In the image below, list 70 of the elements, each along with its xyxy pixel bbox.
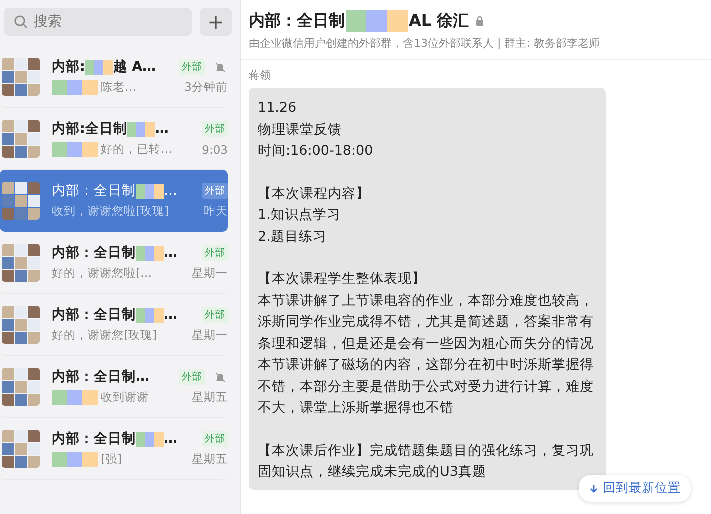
chat-time: 星期五 — [192, 452, 228, 467]
chat-name: 内部:全日制 — [52, 120, 128, 138]
group-avatar — [2, 182, 40, 220]
chat-name: … — [164, 431, 178, 447]
chat-name: 内部：全日制 — [52, 182, 136, 200]
external-tag: 外部 — [179, 369, 205, 385]
chat-list-item[interactable]: 内部：全日制 … 外部 好的，谢谢您啦[… 星期一 — [0, 232, 228, 294]
chat-time: 星期五 — [192, 390, 228, 405]
chat-time: 星期一 — [192, 328, 228, 343]
chat-subtitle: 由企业微信用户创建的外部群，含13位外部联系人 | 群主: 教务部李老师 — [249, 36, 601, 51]
chat-time: 星期一 — [192, 266, 228, 281]
chat-title: 内部：全日制 — [249, 10, 345, 32]
chat-time: 9:03 — [202, 142, 228, 156]
external-tag: 外部 — [202, 307, 228, 323]
chat-time: 昨天 — [204, 204, 228, 219]
chat-name: … — [155, 121, 169, 137]
chat-list-item[interactable]: 内部：全日制 … 外部 [强] 星期五 — [0, 418, 228, 480]
sender-name: 蒋领 — [249, 68, 272, 83]
redaction-block — [136, 184, 164, 198]
message-text: 【本次课程内容】 — [258, 184, 371, 204]
message-text: 11.26 — [258, 99, 298, 118]
chat-list-item[interactable]: 内部：全日制 … 外部 好的，谢谢您[玫瑰] 星期一 — [0, 294, 228, 356]
message-preview: [强] — [101, 452, 122, 467]
message-text: 本节课讲解了上节课电容的作业，本部分难度也较高，泺斯同学作业完成得不错，尤其是简述题，答案非常有条理和逻辑，但是还是会有一些因为粗心而失分的情况 — [258, 292, 595, 354]
redaction-block — [52, 452, 98, 467]
chat-name: … — [164, 307, 178, 323]
redaction-block — [136, 308, 164, 322]
redaction-block — [52, 80, 98, 95]
chat-time: 3分钟前 — [184, 80, 228, 95]
chat-name: 内部: — [52, 58, 86, 76]
message-text: 物理课堂反馈 — [258, 120, 343, 140]
chat-name: … — [164, 245, 178, 261]
external-tag: 外部 — [179, 59, 205, 75]
redaction-block — [52, 390, 98, 405]
redaction-block — [85, 60, 114, 74]
external-tag: 外部 — [202, 183, 228, 199]
jump-to-latest-button[interactable]: 回到最新位置 — [579, 475, 691, 502]
chat-list-item[interactable]: 内部: 越 A… 外部 陈老… 3分钟前 — [0, 46, 228, 108]
down-arrow-icon — [589, 484, 599, 494]
message-preview: 陈老… — [101, 80, 136, 95]
chat-list-item[interactable]: 内部:全日制 … 外部 好的，已转… 9:03 — [0, 108, 228, 170]
chat-name: … — [164, 183, 178, 199]
message-text: 【本次课程学生整体表现】 — [258, 270, 427, 289]
chat-name: 内部：全日制… — [52, 368, 150, 386]
chat-name: 内部：全日制 — [52, 430, 136, 448]
message-preview: 好的，谢谢您啦[… — [52, 266, 152, 281]
message-text: 时间:16:00-18:00 — [258, 142, 374, 161]
chat-name: 内部：全日制 — [52, 306, 136, 324]
external-tag: 外部 — [202, 245, 228, 261]
chat-name: 越 A… — [113, 58, 156, 76]
redaction-block — [136, 432, 164, 446]
message-text: 1.知识点学习 — [258, 206, 342, 225]
message-preview: 好的，已转… — [101, 142, 172, 157]
redaction-block — [52, 142, 98, 157]
message-preview: 好的，谢谢您[玫瑰] — [52, 328, 157, 343]
redaction-block — [136, 246, 164, 260]
message-text: 2.题目练习 — [258, 228, 328, 246]
chat-title: AL 徐汇 — [409, 10, 470, 32]
search-icon — [14, 15, 28, 29]
redaction-block — [127, 122, 156, 136]
chat-list-item[interactable]: 内部：全日制 … 外部 收到，谢谢您啦[玫瑰] 昨天 — [0, 170, 228, 232]
add-button[interactable]: + — [200, 8, 232, 36]
chat-list-item[interactable]: 内部：全日制… 外部 收到谢谢 星期五 — [0, 356, 228, 418]
message-preview: 收到谢谢 — [101, 390, 149, 405]
external-tag: 外部 — [202, 431, 228, 447]
external-tag: 外部 — [202, 121, 228, 137]
search-field[interactable]: 搜索 — [4, 8, 192, 36]
chat-name: 内部：全日制 — [52, 244, 136, 262]
message-text: 本节课讲解了磁场的内容，这部分在初中时泺斯掌握得不错，本部分主要是借助于公式对受力进行计算，难度不大，课堂上泺斯掌握得也不错 — [258, 356, 595, 418]
message-preview: 收到，谢谢您啦[玫瑰] — [52, 204, 169, 219]
